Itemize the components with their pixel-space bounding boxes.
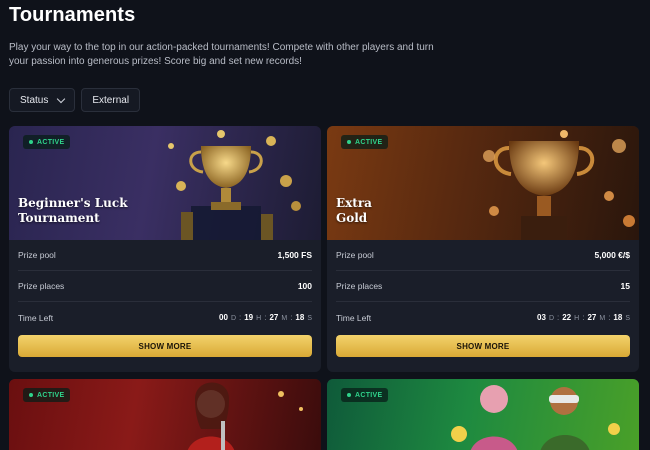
time-left-row: Time Left 00 D: 19 H: 27 M: 18 S xyxy=(18,312,312,323)
time-left-row: Time Left 03 D: 22 H: 27 M: 18 S xyxy=(336,312,630,323)
tournament-title: Beginner's Luck Tournament xyxy=(18,196,128,225)
prize-pool-row: Prize pool 1,500 FS xyxy=(18,240,312,271)
tournament-card: ACTIVE xyxy=(327,379,639,450)
status-dot-icon xyxy=(29,140,33,144)
status-filter-label: Status xyxy=(20,94,49,106)
characters-illustration xyxy=(451,385,620,450)
tournament-card: ACTIVE Beginner's Luck Tournament Prize … xyxy=(9,126,321,372)
filters-bar: Status External xyxy=(9,88,141,112)
tournament-card: ACTIVE xyxy=(9,379,321,450)
external-filter-button[interactable]: External xyxy=(81,88,141,112)
page-description: Play your way to the top in our action-p… xyxy=(9,42,434,67)
prize-places-row: Prize places 100 xyxy=(18,271,312,302)
status-dot-icon xyxy=(29,393,33,397)
chevron-down-icon xyxy=(57,94,66,103)
tournament-banner: ACTIVE xyxy=(327,379,639,450)
tournament-details: Prize pool 1,500 FS Prize places 100 Time … xyxy=(9,240,321,333)
tournament-card: ACTIVE Extra Gold Prize pool 5,000 €/$ Pr… xyxy=(327,126,639,372)
status-filter-dropdown[interactable]: Status xyxy=(9,88,76,112)
trophy-illustration xyxy=(483,130,635,240)
status-badge: ACTIVE xyxy=(341,388,389,402)
status-dot-icon xyxy=(347,393,351,397)
page-title: Tournaments xyxy=(9,4,136,26)
status-badge: ACTIVE xyxy=(23,388,71,402)
show-more-button[interactable]: SHOW MORE xyxy=(18,335,312,357)
host-illustration xyxy=(188,382,303,450)
status-badge: ACTIVE xyxy=(23,135,71,149)
status-dot-icon xyxy=(347,140,351,144)
prize-places-row: Prize places 15 xyxy=(336,271,630,302)
show-more-button[interactable]: SHOW MORE xyxy=(336,335,630,357)
tournament-banner: ACTIVE xyxy=(9,379,321,450)
status-badge: ACTIVE xyxy=(341,135,389,149)
prize-pool-row: Prize pool 5,000 €/$ xyxy=(336,240,630,271)
trophy-illustration xyxy=(168,130,301,240)
tournament-banner: ACTIVE Beginner's Luck Tournament xyxy=(9,126,321,240)
tournament-banner: ACTIVE Extra Gold xyxy=(327,126,639,240)
tournament-details: Prize pool 5,000 €/$ Prize places 15 Time … xyxy=(327,240,639,333)
tournament-title: Extra Gold xyxy=(336,196,372,225)
countdown-timer: 03 D: 22 H: 27 M: 18 S xyxy=(537,313,630,322)
tournaments-page: Tournaments Play your way to the top in … xyxy=(0,0,650,450)
countdown-timer: 00 D: 19 H: 27 M: 18 S xyxy=(219,313,312,322)
